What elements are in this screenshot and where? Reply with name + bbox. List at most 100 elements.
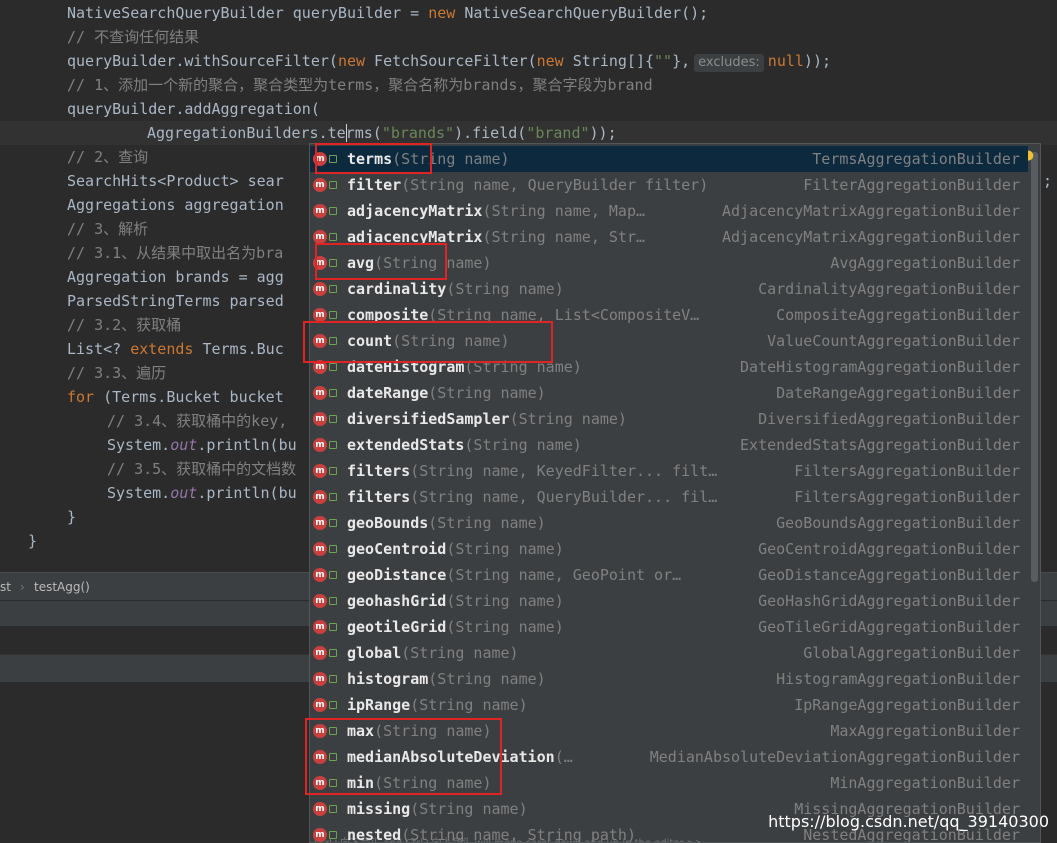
- completion-item[interactable]: m cardinality(String name) CardinalityAggr…: [310, 276, 1028, 302]
- completion-item[interactable]: m global(String name) GlobalAggregationBui…: [310, 640, 1028, 666]
- code-comment[interactable]: // 3.1、从结果中取出名为bra: [67, 241, 283, 265]
- keyword: extends: [130, 340, 194, 358]
- public-access-icon: [329, 207, 337, 215]
- method-icon: m: [313, 204, 327, 218]
- code-comment[interactable]: // 3.4、获取桶中的key,: [107, 409, 287, 433]
- code-line[interactable]: queryBuilder.withSourceFilter(new FetchS…: [67, 49, 831, 73]
- completion-item-name: geotileGrid(String name): [347, 614, 564, 640]
- completion-item-name: geoBounds(String name): [347, 510, 546, 536]
- method-params: (String name): [428, 384, 546, 402]
- public-access-icon: [329, 259, 337, 267]
- completion-item[interactable]: m max(String name) MaxAggregationBuilder: [310, 718, 1028, 744]
- completion-item-type: DateHistogramAggregationBuilder: [740, 358, 1020, 376]
- method-icon: m: [313, 568, 327, 582]
- completion-item[interactable]: m filters(String name, KeyedFilter... fil…: [310, 458, 1028, 484]
- completion-item[interactable]: m min(String name) MinAggregationBuilder: [310, 770, 1028, 796]
- code-line[interactable]: List<? extends Terms.Buc: [67, 337, 284, 361]
- code-line[interactable]: }: [28, 529, 37, 553]
- completion-item[interactable]: m ipRange(String name) IpRangeAggregationB…: [310, 692, 1028, 718]
- completion-item[interactable]: m adjacencyMatrix(String name, Str… Adjace…: [310, 224, 1028, 250]
- code-line[interactable]: NativeSearchQueryBuilder queryBuilder = …: [67, 1, 708, 25]
- code-line[interactable]: queryBuilder.addAggregation(: [67, 97, 320, 121]
- completion-item[interactable]: m filters(String name, QueryBuilder... fi…: [310, 484, 1028, 510]
- method-icon: m: [313, 412, 327, 426]
- completion-item[interactable]: m histogram(String name) HistogramAggregat…: [310, 666, 1028, 692]
- method-params: (String name): [401, 644, 519, 662]
- completion-item-type: MinAggregationBuilder: [830, 774, 1020, 792]
- breadcrumb-method[interactable]: testAgg(): [34, 580, 90, 594]
- completion-item[interactable]: m extendedStats(String name) ExtendedStats…: [310, 432, 1028, 458]
- completion-item-name: dateHistogram(String name): [347, 354, 582, 380]
- code-line[interactable]: }: [67, 505, 76, 529]
- code-comment[interactable]: // 2、查询: [67, 145, 148, 169]
- keyword: null: [767, 52, 804, 70]
- public-access-icon: [329, 415, 337, 423]
- completion-item[interactable]: m geotileGrid(String name) GeoTileGridAggr…: [310, 614, 1028, 640]
- completion-item-type: IpRangeAggregationBuilder: [794, 696, 1020, 714]
- method-icon: m: [313, 438, 327, 452]
- method-name: filters: [347, 488, 411, 506]
- completion-item[interactable]: m dateRange(String name) DateRangeAggregat…: [310, 380, 1028, 406]
- method-params: (String name, Map…: [482, 202, 646, 220]
- code-line[interactable]: Aggregation brands = agg: [67, 265, 284, 289]
- completion-item[interactable]: m geohashGrid(String name) GeoHashGridAggr…: [310, 588, 1028, 614]
- completion-item-type: AvgAggregationBuilder: [830, 254, 1020, 272]
- code-line[interactable]: for (Terms.Bucket bucket: [67, 385, 284, 409]
- method-icon: m: [313, 776, 327, 790]
- completion-popup[interactable]: ● Ctrl+向下箭头 and Ctrl+向上箭头 will move care…: [309, 143, 1041, 843]
- public-access-icon: [329, 155, 337, 163]
- code-line[interactable]: SearchHits<Product> sear: [67, 169, 284, 193]
- code-line[interactable]: ParsedStringTerms parsed: [67, 289, 284, 313]
- method-name: dateRange: [347, 384, 429, 402]
- code-comment[interactable]: // 3.3、遍历: [67, 361, 166, 385]
- completion-item[interactable]: m adjacencyMatrix(String name, Map… Adjace…: [310, 198, 1028, 224]
- method-params: (String name): [410, 696, 528, 714]
- method-name: ipRange: [347, 696, 411, 714]
- method-icon: m: [313, 620, 327, 634]
- code-comment[interactable]: // 3、解析: [67, 217, 148, 241]
- code-comment[interactable]: // 1、添加一个新的聚合，聚合类型为terms，聚合名称为brands，聚合字…: [67, 73, 653, 97]
- code-line[interactable]: System.out.println(bu: [107, 433, 297, 457]
- public-access-icon: [329, 779, 337, 787]
- code-comment[interactable]: // 3.5、获取桶中的文档数: [107, 457, 296, 481]
- popup-scrollbar[interactable]: [1030, 144, 1040, 842]
- popup-scrollbar-thumb[interactable]: [1031, 152, 1038, 582]
- completion-item[interactable]: m dateHistogram(String name) DateHistogram…: [310, 354, 1028, 380]
- code-line[interactable]: System.out.println(bu: [107, 481, 297, 505]
- method-name: global: [347, 644, 402, 662]
- code-text: (Terms.Bucket bucket: [94, 388, 284, 406]
- code-comment[interactable]: // 不查询任何结果: [67, 25, 199, 49]
- method-name: nested: [347, 826, 402, 843]
- code-line[interactable]: Aggregations aggregation: [67, 193, 284, 217]
- completion-item-type: GeoDistanceAggregationBuilder: [758, 566, 1020, 584]
- code-line[interactable]: AggregationBuilders.terms("brands").fiel…: [147, 121, 617, 145]
- public-access-icon: [329, 181, 337, 189]
- completion-item[interactable]: m geoDistance(String name, GeoPoint or… Ge…: [310, 562, 1028, 588]
- completion-item[interactable]: m geoCentroid(String name) GeoCentroidAggr…: [310, 536, 1028, 562]
- method-name: geoDistance: [347, 566, 447, 584]
- completion-item-type: AdjacencyMatrixAggregationBuilder: [721, 228, 1020, 246]
- code-text: Terms.Buc: [193, 340, 284, 358]
- method-name: adjacencyMatrix: [347, 202, 483, 220]
- method-name: adjacencyMatrix: [347, 228, 483, 246]
- completion-item-name: geohashGrid(String name): [347, 588, 564, 614]
- completion-item[interactable]: m avg(String name) AvgAggregationBuilder: [310, 250, 1028, 276]
- completion-item[interactable]: m composite(String name, List<CompositeV……: [310, 302, 1028, 328]
- completion-item[interactable]: m medianAbsoluteDeviation(… MedianAbsolute…: [310, 744, 1028, 770]
- code-comment[interactable]: // 3.2、获取桶: [67, 313, 181, 337]
- completion-item[interactable]: m terms(String name) TermsAggregationBuild…: [310, 146, 1028, 172]
- method-icon: m: [313, 594, 327, 608]
- completion-item-type: GeoTileGridAggregationBuilder: [758, 618, 1020, 636]
- completion-item[interactable]: m count(String name) ValueCountAggregation…: [310, 328, 1028, 354]
- completion-item[interactable]: m diversifiedSampler(String name) Diversif…: [310, 406, 1028, 432]
- completion-item-name: cardinality(String name): [347, 276, 564, 302]
- completion-item[interactable]: m filter(String name, QueryBuilder filter…: [310, 172, 1028, 198]
- breadcrumb-class[interactable]: st: [0, 580, 11, 594]
- method-name: filters: [347, 462, 411, 480]
- completion-item[interactable]: m geoBounds(String name) GeoBoundsAggregat…: [310, 510, 1028, 536]
- completion-item-type: ExtendedStatsAggregationBuilder: [740, 436, 1020, 454]
- completion-item-type: MedianAbsoluteDeviationAggregationBuilde…: [649, 748, 1020, 766]
- method-icon: m: [313, 360, 327, 374]
- method-name: cardinality: [347, 280, 447, 298]
- method-name: avg: [347, 254, 375, 272]
